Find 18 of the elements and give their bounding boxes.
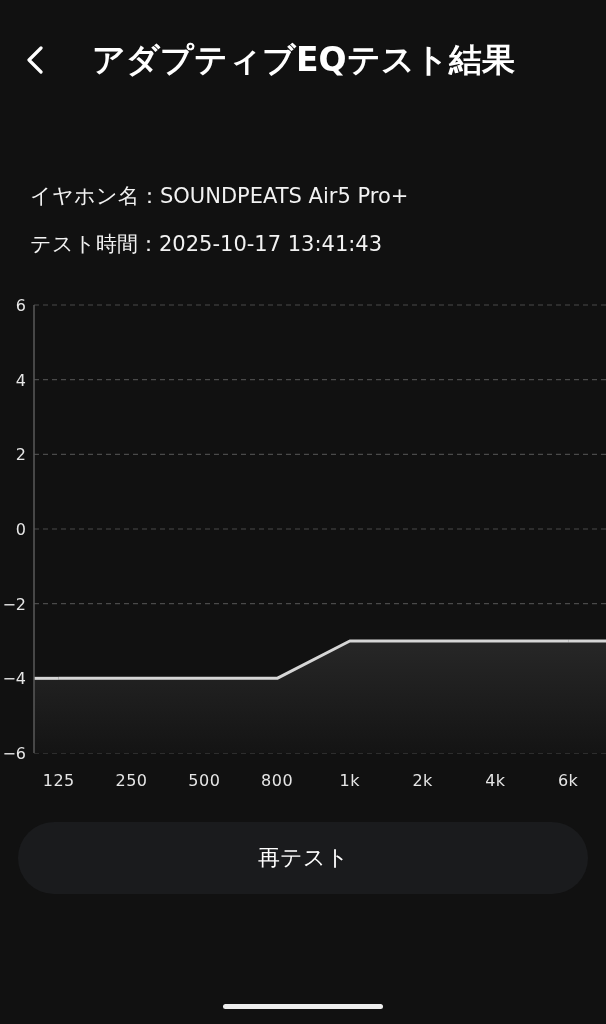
y-axis-label: 0 xyxy=(15,520,26,539)
y-axis-label: −4 xyxy=(2,669,26,689)
y-axis-label: 4 xyxy=(15,370,26,390)
x-axis-label: 4k xyxy=(485,771,506,790)
x-axis-label: 800 xyxy=(261,771,294,790)
x-axis-label: 1k xyxy=(339,771,361,790)
x-axis-label: 250 xyxy=(115,771,148,790)
y-axis-label: −6 xyxy=(2,744,26,763)
y-axis-label: 6 xyxy=(15,296,26,315)
x-axis-label: 6k xyxy=(557,771,579,790)
info-line: イヤホン名：SOUNDPEATS Air5 Pro+ xyxy=(30,183,410,210)
x-axis-label: 2k xyxy=(412,771,433,790)
info-line: テスト時間：2025-10-17 13:41:43 xyxy=(30,231,384,258)
y-axis-label: −2 xyxy=(2,594,26,614)
y-axis-label: 2 xyxy=(15,445,26,465)
x-axis-label: 125 xyxy=(42,771,75,790)
x-axis-label: 500 xyxy=(188,771,221,790)
page-title: アダプティブEQテスト結果 xyxy=(92,40,515,80)
